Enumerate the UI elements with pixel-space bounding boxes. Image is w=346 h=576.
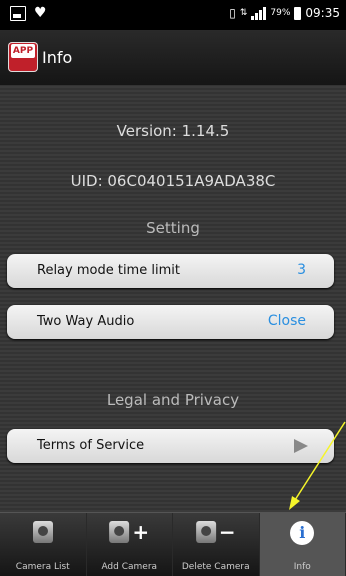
tab-label: Delete Camera <box>173 562 259 572</box>
app-logo-text: APP <box>11 44 35 58</box>
setting-heading: Setting <box>0 219 346 237</box>
battery-percent: 79% <box>270 8 290 18</box>
signal-icon <box>251 6 266 20</box>
two-way-audio-label: Two Way Audio <box>37 314 134 329</box>
title-bar: APP Info <box>0 30 346 86</box>
relay-mode-label: Relay mode time limit <box>37 263 180 278</box>
notification-icons: ♥ <box>10 6 47 21</box>
app-logo-icon: APP <box>8 42 38 72</box>
screenshot-icon <box>10 6 26 21</box>
tab-info[interactable]: i Info <box>260 513 346 576</box>
terms-of-service-row[interactable]: Terms of Service <box>7 429 334 463</box>
page-title: Info <box>42 48 72 67</box>
add-camera-icon: + <box>109 521 149 543</box>
tab-label: Camera List <box>0 562 86 572</box>
relay-mode-row[interactable]: Relay mode time limit 3 <box>7 254 334 288</box>
tab-delete-camera[interactable]: − Delete Camera <box>173 513 260 576</box>
data-icon: ⇅ <box>240 8 248 18</box>
tab-label: Add Camera <box>87 562 173 572</box>
terms-of-service-label: Terms of Service <box>37 438 144 453</box>
info-icon: i <box>290 521 314 545</box>
tab-camera-list[interactable]: Camera List <box>0 513 87 576</box>
uid-text: UID: 06C040151A9ADA38C <box>0 172 346 190</box>
legal-heading: Legal and Privacy <box>0 391 346 409</box>
heart-icon: ♥ <box>34 6 47 21</box>
chevron-right-icon <box>294 439 308 453</box>
two-way-audio-value: Close <box>268 313 306 329</box>
tab-add-camera[interactable]: + Add Camera <box>87 513 174 576</box>
clock: 09:35 <box>305 6 340 20</box>
status-bar: ♥ ▯ ⇅ 79% 09:35 <box>0 0 346 30</box>
system-indicators: ▯ ⇅ 79% 09:35 <box>229 6 340 20</box>
tab-label: Info <box>260 562 346 572</box>
battery-icon <box>294 7 301 20</box>
delete-camera-icon: − <box>196 521 236 543</box>
relay-mode-value: 3 <box>297 262 306 278</box>
bottom-tab-bar: Camera List + Add Camera − Delete Camera… <box>0 512 346 576</box>
info-content: Version: 1.14.5 UID: 06C040151A9ADA38C S… <box>0 85 346 512</box>
version-text: Version: 1.14.5 <box>0 122 346 140</box>
camera-icon <box>33 521 53 543</box>
vibrate-icon: ▯ <box>229 6 236 20</box>
two-way-audio-row[interactable]: Two Way Audio Close <box>7 305 334 339</box>
